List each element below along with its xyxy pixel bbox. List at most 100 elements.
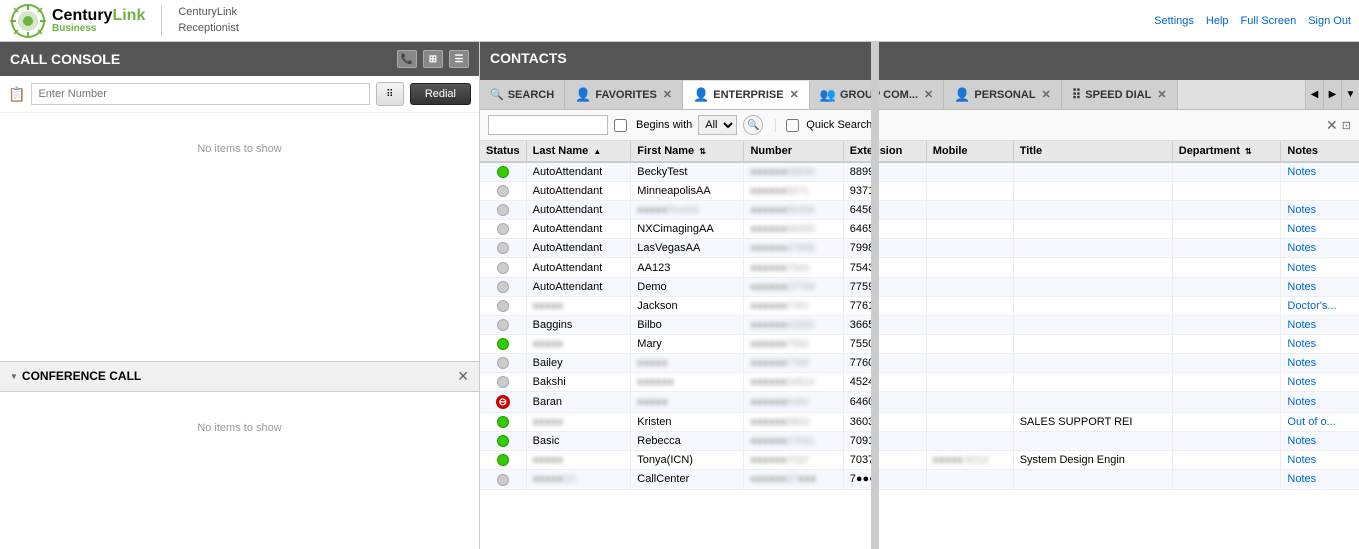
notes-link[interactable]: Notes [1287,435,1316,447]
col-department[interactable]: Department ⇅ [1172,141,1281,162]
table-row[interactable]: ■■■■■ Jackson ■■■■■■7761 7761 Doctor's..… [480,296,1359,315]
speeddial-tab-icon: ⠿ [1072,87,1082,103]
all-select[interactable]: All [698,115,737,135]
dept-cell [1172,239,1281,258]
resize-handle[interactable] [871,42,879,549]
notes-link[interactable]: Notes [1287,204,1316,216]
enterprise-close[interactable]: ✕ [790,88,799,101]
speeddial-close[interactable]: ✕ [1157,88,1166,101]
title-cell [1013,373,1172,392]
table-row[interactable]: ⊖ Baran ■■■■■ ■■■■■■6460 6460 Notes [480,392,1359,413]
notes-link[interactable]: Notes [1287,357,1316,369]
status-indicator [497,319,509,331]
table-row[interactable]: ■■■■■ Tonya(ICN) ■■■■■■7037 7037 ■■■■■-8… [480,451,1359,470]
extension-cell: 7998 [843,239,926,258]
status-indicator [497,185,509,197]
help-link[interactable]: Help [1206,15,1229,27]
notes-link[interactable]: Notes [1287,473,1316,485]
title-cell [1013,182,1172,201]
grid-icon[interactable]: ⊞ [423,50,443,68]
number-cell: ■■■■■■96465 [744,220,843,239]
notes-link[interactable]: Notes [1287,166,1316,178]
col-firstname[interactable]: First Name ⇅ [631,141,744,162]
last-name-cell: Bailey [526,353,631,372]
begins-with-checkbox[interactable] [614,119,627,132]
conference-close[interactable]: ✕ [457,368,469,385]
table-row[interactable]: ■■■■■ Mary ■■■■■■7550 7550 Notes [480,334,1359,353]
notes-link[interactable]: Notes [1287,223,1316,235]
mobile-cell [926,182,1013,201]
tab-nav-left[interactable]: ◀ [1305,80,1323,110]
tab-nav-dropdown[interactable]: ▼ [1341,80,1359,110]
mobile-cell: ■■■■■-8214 [926,451,1013,470]
table-row[interactable]: AutoAttendant BeckyTest ■■■■■■68899 8899… [480,162,1359,182]
notes-link[interactable]: Notes [1287,396,1316,408]
tab-favorites[interactable]: 👤 FAVORITES ✕ [565,80,683,109]
tab-enterprise[interactable]: 👤 ENTERPRISE ✕ [683,81,810,110]
tab-nav: ◀ ▶ ▼ [1305,80,1359,110]
search-go-button[interactable]: 🔍 [743,115,763,135]
notes-link[interactable]: Doctor's... [1287,300,1336,312]
notes-link[interactable]: Notes [1287,454,1316,466]
notes-link[interactable]: Out of o... [1287,416,1335,428]
col-number[interactable]: Number [744,141,843,162]
dept-cell [1172,334,1281,353]
number-cell: ■■■■■■34524 [744,373,843,392]
number-input[interactable] [31,83,369,105]
tab-nav-right[interactable]: ▶ [1323,80,1341,110]
table-row[interactable]: AutoAttendant Demo ■■■■■■07759 7759 Note… [480,277,1359,296]
table-row[interactable]: AutoAttendant AA123 ■■■■■■7543 7543 Note… [480,258,1359,277]
notes-link[interactable]: Notes [1287,242,1316,254]
search-input[interactable] [488,115,608,135]
notes-cell: Notes [1281,432,1359,451]
table-row[interactable]: AutoAttendant MinneapolisAA ■■■■■■9371 9… [480,182,1359,201]
tab-personal[interactable]: 👤 PERSONAL ✕ [944,80,1062,109]
tab-search[interactable]: 🔍 SEARCH [480,80,565,109]
quick-search-checkbox[interactable] [786,119,799,132]
dept-cell [1172,277,1281,296]
expand-button[interactable]: ⊡ [1342,117,1351,134]
settings-link[interactable]: Settings [1154,15,1194,27]
notes-link[interactable]: Notes [1287,376,1316,388]
groupcom-close[interactable]: ✕ [924,88,933,101]
favorites-close[interactable]: ✕ [663,88,672,101]
table-row[interactable]: ■■■■■ Kristen ■■■■■■3603 3603 SALES SUPP… [480,413,1359,432]
first-name-cell: Demo [631,277,744,296]
phone-icon[interactable]: 📞 [397,50,417,68]
col-status[interactable]: Status [480,141,526,162]
table-row[interactable]: Bailey ■■■■■ ■■■■■■7760 7760 Notes [480,353,1359,372]
app-subtitle: CenturyLinkReceptionist [178,5,239,36]
col-lastname[interactable]: Last Name ▲ [526,141,631,162]
last-name-cell: ■■■■■ [526,296,631,315]
logo-separator [161,6,162,36]
mobile-cell [926,162,1013,182]
notes-link[interactable]: Notes [1287,262,1316,274]
signout-link[interactable]: Sign Out [1308,15,1351,27]
tab-speeddial[interactable]: ⠿ SPEED DIAL ✕ [1062,80,1178,109]
table-row[interactable]: AutoAttendant NXCimagingAA ■■■■■■96465 6… [480,220,1359,239]
col-extension[interactable]: Extension [843,141,926,162]
extension-cell: 3603 [843,413,926,432]
col-mobile[interactable]: Mobile [926,141,1013,162]
table-row[interactable]: AutoAttendant ■■■■■TestAA ■■■■■■96456 64… [480,201,1359,220]
redial-button[interactable]: Redial [410,83,471,105]
notes-link[interactable]: Notes [1287,338,1316,350]
personal-close[interactable]: ✕ [1042,88,1051,101]
blurred-number: ■■■■■■96456 [750,205,814,216]
clear-button[interactable]: ✕ [1326,117,1338,134]
triangle-icon: ▼ [10,372,18,381]
list-icon[interactable]: ☰ [449,50,469,68]
table-row[interactable]: Baggins Bilbo ■■■■■■03665 3665 Notes [480,315,1359,334]
keypad-button[interactable]: ⠿ [376,82,404,106]
fullscreen-link[interactable]: Full Screen [1241,15,1297,27]
number-cell: ■■■■■■7761 [744,296,843,315]
first-name-cell: ■■■■■ [631,353,744,372]
notes-link[interactable]: Notes [1287,319,1316,331]
table-row[interactable]: ■■■■■CC CallCenter ■■■■■■37■■■ 7●●● Note… [480,470,1359,489]
col-notes[interactable]: Notes [1281,141,1359,162]
table-row[interactable]: Bakshi ■■■■■■ ■■■■■■34524 4524 Notes [480,373,1359,392]
notes-link[interactable]: Notes [1287,281,1316,293]
table-row[interactable]: Basic Rebecca ■■■■■■27091 7091 Notes [480,432,1359,451]
table-row[interactable]: AutoAttendant LasVegasAA ■■■■■■47998 799… [480,239,1359,258]
col-title[interactable]: Title [1013,141,1172,162]
